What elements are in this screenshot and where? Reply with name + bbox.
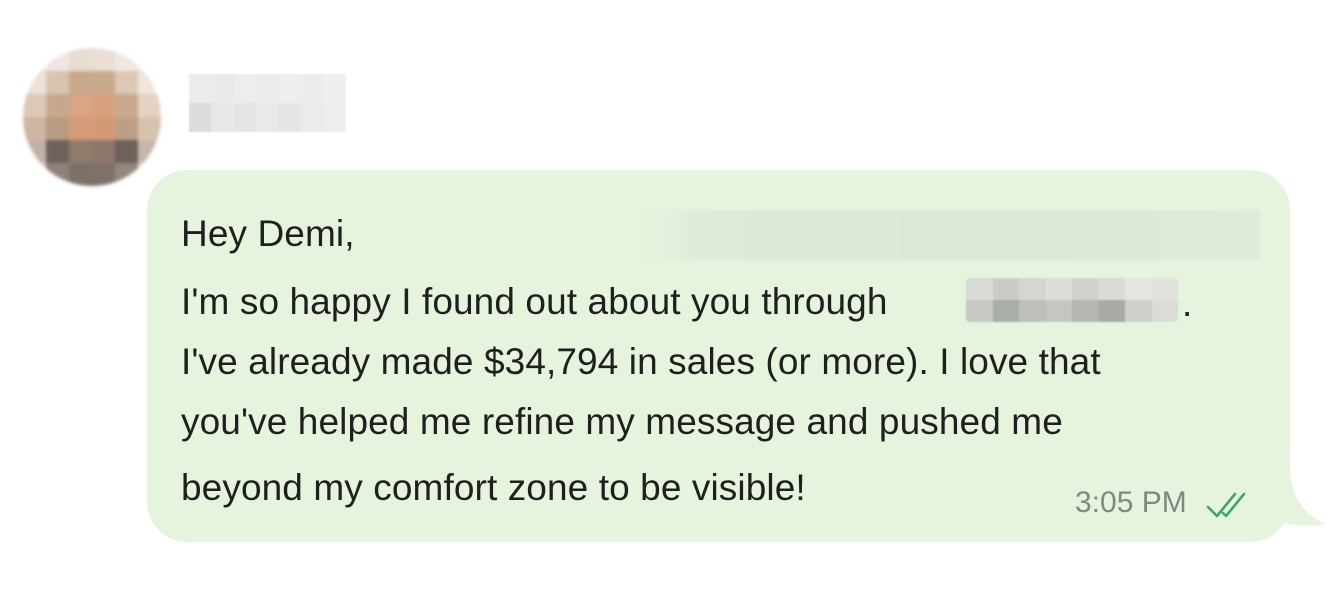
bubble-tail (1262, 470, 1326, 526)
redacted-source (966, 278, 1178, 322)
double-check-icon (1206, 492, 1246, 518)
message-line-3: I've already made $34,794 in sales (or m… (181, 341, 1101, 382)
chat-view: Hey Demi, I'm so happy I found out about… (0, 0, 1330, 598)
message-line-4: you've helped me refine my message and p… (181, 401, 1063, 442)
sender-name-redacted[interactable] (189, 74, 346, 132)
message-line-2: I'm so happy I found out about you throu… (181, 281, 888, 322)
sentence-period: . (1182, 283, 1193, 324)
redacted-area (640, 210, 1260, 260)
message-line-1: Hey Demi, (181, 213, 355, 254)
message-line-5: beyond my comfort zone to be visible! (181, 467, 806, 508)
sender-avatar[interactable] (23, 48, 161, 186)
message-timestamp: 3:05 PM (1075, 486, 1187, 519)
